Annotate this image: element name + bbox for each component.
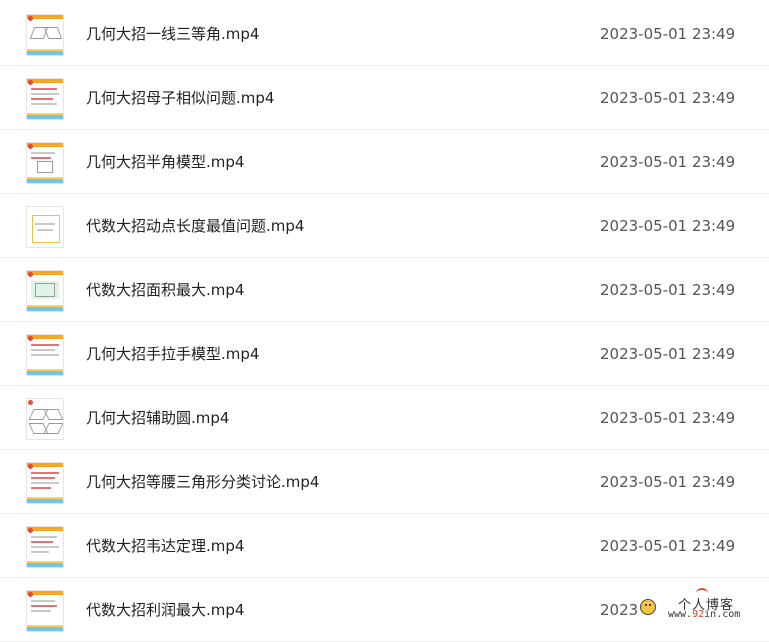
video-thumbnail-icon <box>26 78 64 120</box>
file-row[interactable]: 几何大招辅助圆.mp4 2023-05-01 23:49 <box>0 387 769 450</box>
file-date: 2023-05-01 23:49 <box>600 345 736 363</box>
file-name[interactable]: 几何大招等腰三角形分类讨论.mp4 <box>86 451 319 514</box>
video-thumbnail-icon <box>26 14 64 56</box>
file-row[interactable]: 几何大招一线三等角.mp4 2023-05-01 23:49 <box>0 3 769 66</box>
video-thumbnail-icon <box>26 526 64 568</box>
file-date: 2023-05-01 23:49 <box>600 473 736 491</box>
file-row[interactable]: 代数大招面积最大.mp4 2023-05-01 23:49 <box>0 259 769 322</box>
watermark-url-highlight: 92 <box>692 609 705 620</box>
watermark-url-prefix: www. <box>668 609 693 620</box>
video-thumbnail-icon <box>26 398 64 440</box>
watermark: 个人博客 www.92in.com <box>638 588 766 624</box>
smiley-icon <box>640 599 656 615</box>
file-name[interactable]: 几何大招半角模型.mp4 <box>86 131 244 194</box>
video-thumbnail-icon <box>26 142 64 184</box>
watermark-url-suffix: in.com <box>704 609 741 620</box>
file-name[interactable]: 代数大招韦达定理.mp4 <box>86 515 244 578</box>
file-row[interactable]: 几何大招母子相似问题.mp4 2023-05-01 23:49 <box>0 67 769 130</box>
file-name[interactable]: 几何大招手拉手模型.mp4 <box>86 323 259 386</box>
video-thumbnail-icon <box>26 270 64 312</box>
watermark-url: www.92in.com <box>668 609 740 620</box>
file-row[interactable]: 几何大招手拉手模型.mp4 2023-05-01 23:49 <box>0 323 769 386</box>
file-date: 2023-05-01 23:49 <box>600 409 736 427</box>
file-date: 2023-05-01 23:49 <box>600 217 736 235</box>
file-name[interactable]: 代数大招动点长度最值问题.mp4 <box>86 195 304 258</box>
file-date: 2023 <box>600 601 639 619</box>
file-row[interactable]: 几何大招半角模型.mp4 2023-05-01 23:49 <box>0 131 769 194</box>
file-name[interactable]: 几何大招母子相似问题.mp4 <box>86 67 274 130</box>
video-thumbnail-icon <box>26 334 64 376</box>
file-date: 2023-05-01 23:49 <box>600 537 736 555</box>
file-date: 2023-05-01 23:49 <box>600 89 736 107</box>
file-date: 2023-05-01 23:49 <box>600 281 736 299</box>
video-thumbnail-icon <box>26 206 64 248</box>
video-thumbnail-icon <box>26 462 64 504</box>
file-row[interactable]: 几何大招等腰三角形分类讨论.mp4 2023-05-01 23:49 <box>0 451 769 514</box>
file-row[interactable]: 代数大招韦达定理.mp4 2023-05-01 23:49 <box>0 515 769 578</box>
file-name[interactable]: 几何大招一线三等角.mp4 <box>86 3 259 66</box>
file-date: 2023-05-01 23:49 <box>600 153 736 171</box>
file-name[interactable]: 代数大招面积最大.mp4 <box>86 259 244 322</box>
file-name[interactable]: 几何大招辅助圆.mp4 <box>86 387 229 450</box>
file-date: 2023-05-01 23:49 <box>600 25 736 43</box>
file-name[interactable]: 代数大招利润最大.mp4 <box>86 579 244 642</box>
file-row[interactable]: 代数大招动点长度最值问题.mp4 2023-05-01 23:49 <box>0 195 769 258</box>
